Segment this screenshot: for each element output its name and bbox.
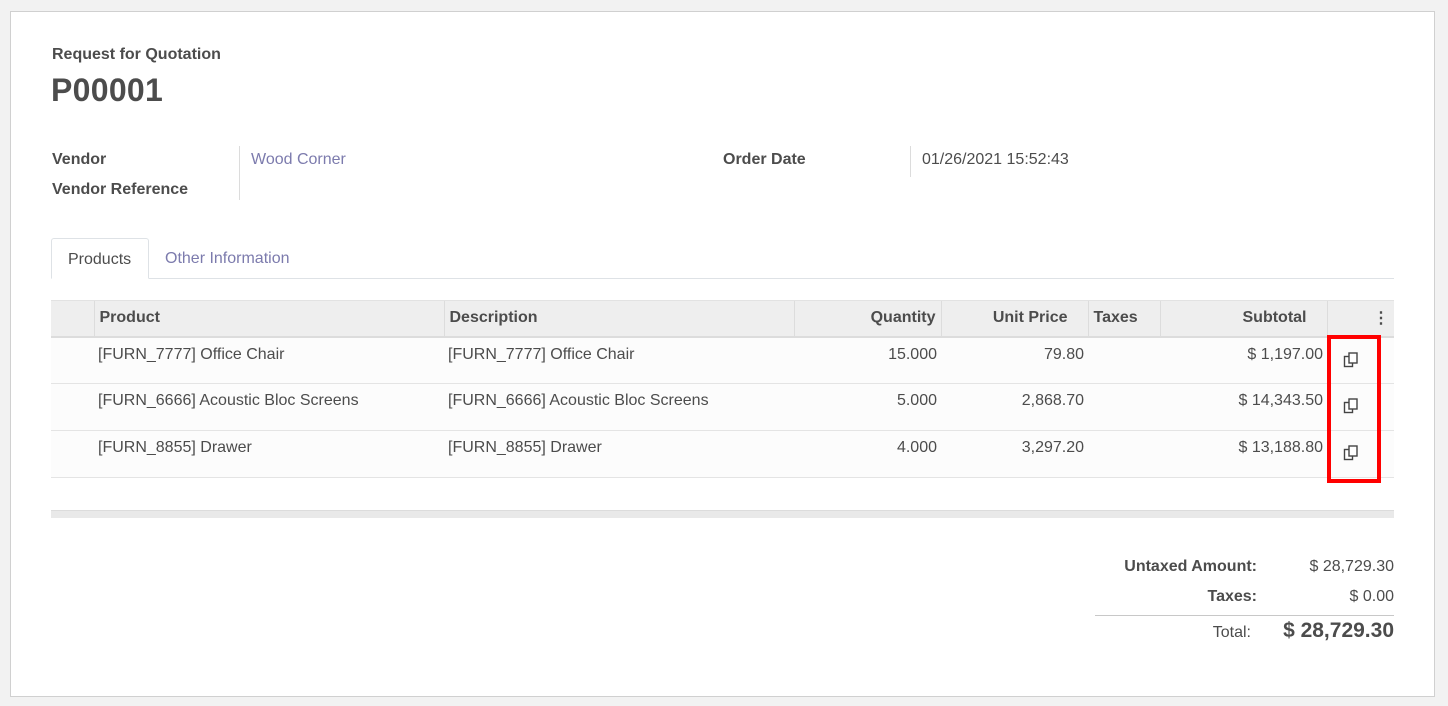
row-handle [51, 430, 94, 478]
untaxed-amount-value: $ 28,729.30 [1309, 558, 1394, 575]
cell-subtotal: $ 14,343.50 [1160, 383, 1327, 431]
order-date-label: Order Date [723, 151, 806, 168]
totals-divider [1095, 615, 1394, 616]
row-handle [51, 383, 94, 431]
tab-other-information[interactable]: Other Information [149, 238, 306, 279]
cell-quantity[interactable]: 4.000 [794, 430, 941, 478]
cell-subtotal: $ 13,188.80 [1160, 430, 1327, 478]
cell-taxes[interactable] [1088, 383, 1160, 431]
row-handle [51, 336, 94, 384]
cell-description[interactable]: [FURN_7777] Office Chair [444, 336, 794, 384]
horizontal-scrollbar[interactable] [51, 510, 1394, 518]
order-date-field[interactable]: 01/26/2021 15:52:43 [922, 151, 1069, 169]
cell-subtotal: $ 1,197.00 [1160, 336, 1327, 384]
cell-unit-price[interactable]: 79.80 [941, 336, 1088, 384]
cell-quantity[interactable]: 5.000 [794, 383, 941, 431]
handle-column-header [51, 300, 94, 338]
vendor-reference-field[interactable] [251, 181, 651, 201]
document-type-label: Request for Quotation [52, 46, 221, 63]
cell-quantity[interactable]: 15.000 [794, 336, 941, 384]
column-header-quantity[interactable]: Quantity [793, 300, 941, 338]
cell-action [1327, 430, 1394, 478]
copy-icon[interactable] [1342, 397, 1360, 415]
column-header-unit-price[interactable]: Unit Price [940, 300, 1088, 338]
copy-icon[interactable] [1342, 351, 1360, 369]
cell-description[interactable]: [FURN_8855] Drawer [444, 430, 794, 478]
cell-product[interactable]: [FURN_8855] Drawer [94, 430, 444, 478]
cell-unit-price[interactable]: 3,297.20 [941, 430, 1088, 478]
table-header-row: Product Description Quantity Unit Price … [51, 300, 1394, 338]
untaxed-amount-label: Untaxed Amount: [1124, 558, 1257, 575]
vendor-reference-label: Vendor Reference [52, 181, 189, 198]
column-header-subtotal[interactable]: Subtotal [1159, 300, 1327, 338]
cell-taxes[interactable] [1088, 336, 1160, 384]
page-title: P00001 [51, 72, 164, 108]
vendor-label: Vendor [52, 151, 107, 168]
column-header-taxes[interactable]: Taxes [1087, 300, 1160, 338]
cell-product[interactable]: [FURN_7777] Office Chair [94, 336, 444, 384]
vertical-dots-icon[interactable]: ⋮ [1333, 308, 1389, 328]
order-date-divider [910, 146, 911, 177]
column-header-product[interactable]: Product [93, 300, 444, 338]
table-row[interactable]: [FURN_8855] Drawer [FURN_8855] Drawer 4.… [51, 430, 1394, 478]
vendor-field-divider [239, 146, 240, 200]
taxes-value: $ 0.00 [1349, 588, 1394, 605]
cell-unit-price[interactable]: 2,868.70 [941, 383, 1088, 431]
cell-action [1327, 383, 1394, 431]
optional-columns-toggle[interactable]: ⋮ [1326, 300, 1394, 338]
cell-taxes[interactable] [1088, 430, 1160, 478]
tab-products[interactable]: Products [51, 238, 149, 279]
total-value: $ 28,729.30 [1283, 619, 1394, 642]
vendor-link[interactable]: Wood Corner [251, 151, 346, 169]
column-header-description[interactable]: Description [443, 300, 794, 338]
cell-product[interactable]: [FURN_6666] Acoustic Bloc Screens [94, 383, 444, 431]
table-row[interactable]: [FURN_7777] Office Chair [FURN_7777] Off… [51, 336, 1394, 384]
cell-action [1327, 336, 1394, 384]
form-sheet: Request for Quotation P00001 Vendor Wood… [10, 11, 1435, 697]
order-lines-table: Product Description Quantity Unit Price … [51, 300, 1394, 478]
copy-icon[interactable] [1342, 444, 1360, 462]
taxes-label: Taxes: [1207, 588, 1257, 605]
cell-description[interactable]: [FURN_6666] Acoustic Bloc Screens [444, 383, 794, 431]
table-row[interactable]: [FURN_6666] Acoustic Bloc Screens [FURN_… [51, 383, 1394, 431]
